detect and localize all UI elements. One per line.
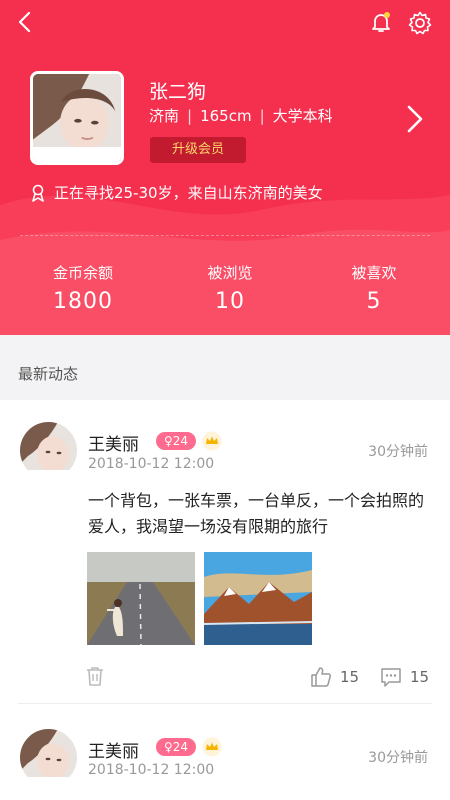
stat-label: 被浏览 — [207, 264, 253, 282]
post-date: 2018-10-12 12:00 — [88, 456, 215, 472]
trash-icon[interactable] — [84, 665, 106, 687]
stat-coin-balance[interactable]: 金币余额 1800 — [8, 262, 158, 314]
seeking-text: 正在寻找25-30岁，来自山东济南的美女 — [54, 184, 323, 202]
profile-name: 张二狗 — [149, 81, 207, 103]
crown-icon — [202, 737, 222, 757]
post-date: 2018-10-12 12:00 — [88, 762, 215, 778]
ribbon-icon — [32, 184, 44, 202]
like-count: 15 — [340, 668, 360, 686]
bell-icon[interactable] — [369, 10, 393, 34]
profile-education: 大学本科 — [272, 107, 333, 125]
profile-meta: 济南 | 165cm | 大学本科 — [149, 105, 333, 126]
back-arrow-icon[interactable] — [14, 10, 38, 34]
meta-separator: | — [259, 106, 265, 125]
profile-city: 济南 — [149, 107, 180, 125]
section-title: 最新动态 — [18, 365, 79, 383]
post-photo-road[interactable] — [87, 552, 195, 645]
post-author-name[interactable]: 王美丽 — [88, 430, 139, 455]
gear-icon[interactable] — [407, 10, 433, 36]
age-badge: ♀24 — [156, 738, 196, 756]
avatar[interactable] — [20, 729, 77, 786]
post-text: 一个背包，一张车票，一台单反，一个会拍照的爱人，我渴望一场没有限期的旅行 — [88, 491, 425, 536]
stat-value: 10 — [215, 289, 245, 314]
chevron-right-icon[interactable] — [402, 103, 428, 135]
crown-icon — [202, 431, 222, 451]
stat-label: 金币余额 — [52, 264, 113, 282]
like-button[interactable]: 15 — [310, 666, 359, 688]
comment-icon — [381, 668, 401, 687]
stat-value: 1800 — [53, 289, 113, 314]
stat-label: 被喜欢 — [351, 264, 397, 282]
seeking-line: 正在寻找25-30岁，来自山东济南的美女 — [30, 182, 323, 203]
thumbs-up-icon — [311, 667, 332, 687]
comment-button[interactable]: 15 — [380, 666, 429, 688]
post-divider — [18, 703, 432, 704]
meta-separator: | — [187, 106, 193, 125]
stat-liked[interactable]: 被喜欢 5 — [299, 262, 449, 314]
post-photo-mountain[interactable] — [204, 552, 312, 645]
comment-count: 15 — [410, 668, 430, 686]
avatar[interactable] — [20, 422, 77, 479]
upgrade-member-button[interactable]: 升级会员 — [150, 137, 246, 163]
profile-height: 165cm — [200, 106, 252, 125]
stat-viewed[interactable]: 被浏览 10 — [155, 262, 305, 314]
profile-avatar[interactable] — [30, 71, 124, 165]
header-divider — [20, 235, 430, 236]
profile-header: 张二狗 济南 | 165cm | 大学本科 升级会员 正在寻找25-30岁，来自… — [0, 0, 450, 335]
post-time-ago: 30分钟前 — [368, 444, 428, 460]
age-badge: ♀24 — [156, 432, 196, 450]
post-author-name[interactable]: 王美丽 — [88, 737, 139, 762]
stat-value: 5 — [366, 289, 382, 314]
post-time-ago: 30分钟前 — [368, 750, 428, 766]
